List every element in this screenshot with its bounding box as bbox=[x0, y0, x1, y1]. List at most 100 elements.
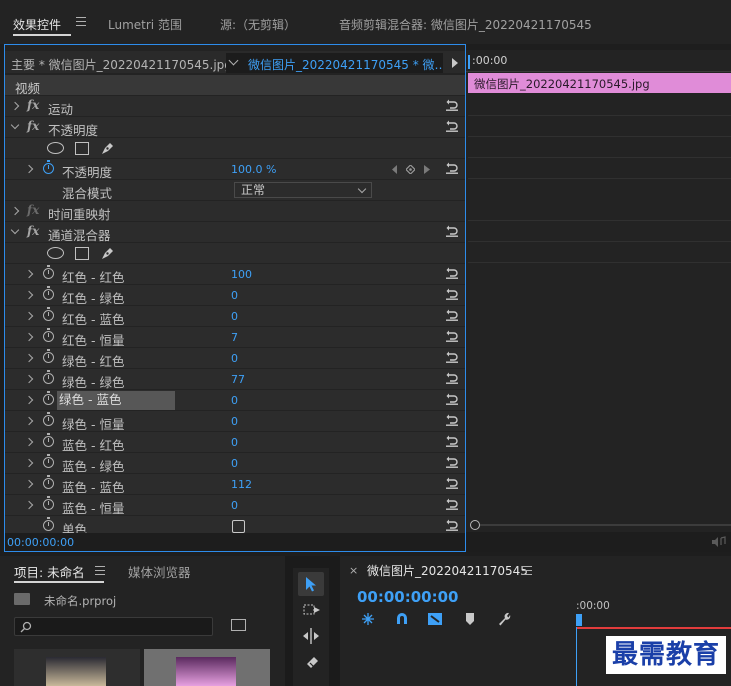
stopwatch-icon[interactable] bbox=[43, 328, 54, 342]
play-triangle-icon[interactable] bbox=[452, 58, 458, 68]
clip-bar[interactable]: 微信图片_20220421170545.jpg bbox=[468, 73, 731, 93]
stopwatch-icon[interactable] bbox=[43, 454, 54, 468]
reset-icon[interactable] bbox=[446, 120, 458, 132]
tab-effect-controls[interactable]: 效果控件 bbox=[13, 16, 61, 33]
audio-icon[interactable] bbox=[712, 536, 726, 548]
param-value[interactable]: 112 bbox=[231, 478, 252, 491]
blend-mode-select[interactable]: 正常 bbox=[234, 182, 372, 198]
param-value[interactable]: 0 bbox=[231, 499, 238, 512]
nest-icon[interactable] bbox=[360, 612, 376, 626]
reset-icon[interactable] bbox=[446, 99, 458, 111]
playhead[interactable] bbox=[576, 614, 582, 626]
stopwatch-icon[interactable] bbox=[43, 307, 54, 321]
panel-menu-icon[interactable] bbox=[95, 566, 105, 575]
param-row[interactable]: 蓝色 - 恒量 0 bbox=[5, 495, 465, 516]
param-value[interactable]: 100 bbox=[231, 268, 252, 281]
ripple-edit-tool[interactable] bbox=[298, 624, 324, 648]
param-row[interactable]: 绿色 - 蓝色 0 bbox=[5, 390, 465, 411]
new-bin-icon[interactable] bbox=[231, 619, 246, 631]
param-row[interactable]: 蓝色 - 蓝色 112 bbox=[5, 474, 465, 495]
chevron-right-icon[interactable] bbox=[24, 395, 34, 405]
stopwatch-icon[interactable] bbox=[43, 475, 54, 489]
param-value[interactable]: 0 bbox=[231, 415, 238, 428]
chevron-right-icon[interactable] bbox=[24, 332, 34, 342]
razor-tool[interactable] bbox=[298, 650, 324, 674]
sequence-timecode[interactable]: 00:00:00:00 bbox=[357, 588, 459, 606]
reset-icon[interactable] bbox=[446, 414, 458, 426]
param-value[interactable]: 7 bbox=[231, 331, 238, 344]
chevron-right-icon[interactable] bbox=[10, 101, 20, 111]
stopwatch-icon[interactable] bbox=[43, 160, 54, 174]
param-row[interactable]: 绿色 - 红色 0 bbox=[5, 348, 465, 369]
stopwatch-icon[interactable] bbox=[43, 391, 54, 405]
reset-icon[interactable] bbox=[446, 498, 458, 510]
chevron-right-icon[interactable] bbox=[24, 437, 34, 447]
panel-menu-icon[interactable] bbox=[76, 17, 86, 26]
current-timecode[interactable]: 00:00:00:00 bbox=[7, 536, 74, 549]
reset-icon[interactable] bbox=[446, 309, 458, 321]
chevron-right-icon[interactable] bbox=[24, 269, 34, 279]
stopwatch-icon[interactable] bbox=[43, 286, 54, 300]
chevron-right-icon[interactable] bbox=[10, 206, 20, 216]
chevron-right-icon[interactable] bbox=[24, 353, 34, 363]
panel-menu-icon[interactable] bbox=[522, 566, 532, 575]
tab-project[interactable]: 项目: 未命名 bbox=[14, 562, 85, 581]
stopwatch-icon[interactable] bbox=[43, 265, 54, 279]
media-thumbnail[interactable] bbox=[14, 649, 140, 686]
reset-icon[interactable] bbox=[446, 267, 458, 279]
param-row[interactable]: 绿色 - 绿色 77 bbox=[5, 369, 465, 390]
track-select-tool[interactable] bbox=[298, 598, 324, 622]
param-value[interactable]: 0 bbox=[231, 457, 238, 470]
param-value[interactable]: 77 bbox=[231, 373, 245, 386]
param-value[interactable]: 0 bbox=[231, 310, 238, 323]
ellipse-mask-icon[interactable] bbox=[47, 247, 64, 259]
effect-channel-mixer[interactable]: fx 通道混合器 bbox=[5, 222, 465, 243]
pen-mask-icon[interactable] bbox=[100, 140, 116, 156]
chevron-down-icon[interactable] bbox=[10, 225, 20, 235]
reset-icon[interactable] bbox=[446, 393, 458, 405]
chevron-right-icon[interactable] bbox=[24, 458, 34, 468]
param-row[interactable]: 红色 - 红色 100 bbox=[5, 264, 465, 285]
stopwatch-icon[interactable] bbox=[43, 370, 54, 384]
selection-tool[interactable] bbox=[298, 572, 324, 596]
sequence-tab[interactable]: 微信图片_20220421170545 bbox=[367, 562, 528, 579]
effect-opacity[interactable]: fx 不透明度 bbox=[5, 117, 465, 138]
next-keyframe-icon[interactable] bbox=[423, 165, 431, 174]
chevron-right-icon[interactable] bbox=[24, 416, 34, 426]
add-marker-icon[interactable] bbox=[465, 612, 475, 626]
ellipse-mask-icon[interactable] bbox=[47, 142, 64, 154]
tab-source[interactable]: 源:（无剪辑） bbox=[220, 16, 296, 33]
linked-selection-icon[interactable] bbox=[427, 612, 443, 626]
fx-icon[interactable]: fx bbox=[27, 224, 39, 238]
rectangle-mask-icon[interactable] bbox=[75, 142, 89, 155]
effect-motion[interactable]: fx 运动 bbox=[5, 96, 465, 117]
reset-icon[interactable] bbox=[446, 372, 458, 384]
param-row[interactable]: 红色 - 蓝色 0 bbox=[5, 306, 465, 327]
reset-icon[interactable] bbox=[446, 456, 458, 468]
reset-icon[interactable] bbox=[446, 330, 458, 342]
monochrome-checkbox[interactable] bbox=[232, 520, 245, 533]
tab-media-browser[interactable]: 媒体浏览器 bbox=[128, 562, 191, 581]
sequence-clip-dropdown[interactable]: 微信图片_20220421170545 * 微… bbox=[226, 53, 443, 73]
stopwatch-icon[interactable] bbox=[43, 349, 54, 363]
chevron-right-icon[interactable] bbox=[24, 164, 34, 174]
param-row[interactable]: 红色 - 绿色 0 bbox=[5, 285, 465, 306]
previous-keyframe-icon[interactable] bbox=[391, 165, 399, 174]
zoom-scrollbar[interactable] bbox=[468, 520, 731, 530]
reset-icon[interactable] bbox=[446, 288, 458, 300]
stopwatch-icon[interactable] bbox=[43, 412, 54, 426]
stopwatch-icon[interactable] bbox=[43, 433, 54, 447]
master-clip-label[interactable]: 主要 * 微信图片_20220421170545.jpg bbox=[11, 56, 232, 73]
pen-mask-icon[interactable] bbox=[100, 245, 116, 261]
add-keyframe-icon[interactable] bbox=[406, 165, 415, 174]
fx-icon[interactable]: fx bbox=[27, 119, 39, 133]
fx-icon[interactable]: fx bbox=[27, 98, 39, 112]
param-row[interactable]: 红色 - 恒量 7 bbox=[5, 327, 465, 348]
param-opacity[interactable]: 不透明度 100.0 % bbox=[5, 159, 465, 180]
reset-icon[interactable] bbox=[446, 519, 458, 531]
chevron-right-icon[interactable] bbox=[24, 479, 34, 489]
wrench-icon[interactable] bbox=[497, 612, 511, 626]
chevron-right-icon[interactable] bbox=[24, 311, 34, 321]
param-row[interactable]: 蓝色 - 绿色 0 bbox=[5, 453, 465, 474]
param-value[interactable]: 0 bbox=[231, 289, 238, 302]
